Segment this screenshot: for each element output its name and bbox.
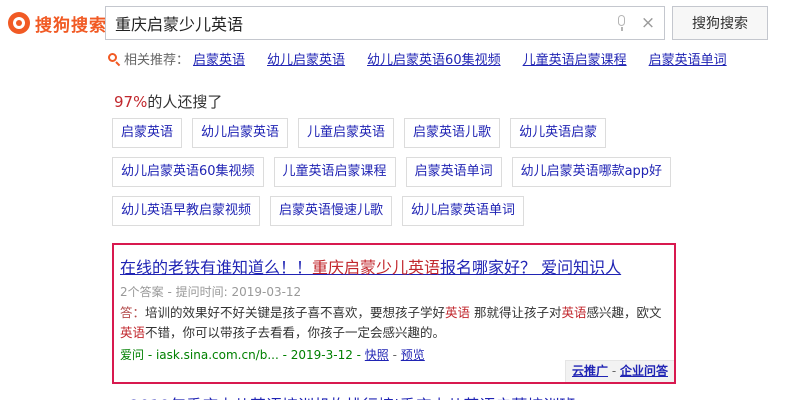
suggestion-tag[interactable]: 启蒙英语儿歌 (404, 118, 501, 148)
tag-row: 幼儿英语早教启蒙视频 启蒙英语慢速儿歌 幼儿启蒙英语单词 (112, 196, 534, 226)
related-searches: 相关推荐： 启蒙英语 幼儿启蒙英语 幼儿启蒙英语60集视频 儿童英语启蒙课程 启… (108, 49, 749, 68)
search-input[interactable] (106, 7, 612, 39)
snippet-text: 不错，你可以带孩子去看看，你孩子一定会感兴趣的。 (145, 325, 446, 340)
snippet-prefix: 答： (120, 305, 146, 320)
suggestion-tag[interactable]: 儿童启蒙英语 (298, 118, 395, 148)
snippet-highlight: 英语 (120, 325, 146, 340)
also-searched-text: 的人还搜了 (147, 93, 223, 111)
enterprise-qa-link[interactable]: 企业问答 (620, 364, 668, 378)
card-footer: 云推广 - 企业问答 (565, 360, 674, 382)
snippet-text: 那就得让孩子对 (470, 305, 562, 320)
sogou-logo[interactable]: 搜狗搜索 (8, 9, 107, 37)
related-link[interactable]: 儿童英语启蒙课程 (523, 49, 627, 68)
snippet-text: 培训的效果好不好关键是孩子喜不喜欢，要想孩子学好 (145, 305, 446, 320)
suggestion-tag[interactable]: 幼儿启蒙英语单词 (402, 196, 525, 226)
suggestion-tag[interactable]: 幼儿启蒙英语 (192, 118, 289, 148)
related-link[interactable]: 启蒙英语 (193, 49, 245, 68)
related-label: 相关推荐： (124, 53, 190, 68)
result-title-highlight: 重庆启蒙少儿英语 (312, 258, 441, 277)
suggestion-tag[interactable]: 幼儿启蒙英语60集视频 (112, 157, 264, 187)
result-title-part: 在线的老铁有谁知道么！！ (120, 258, 313, 277)
logo-text: 搜狗搜索 (35, 15, 107, 36)
separator: - (388, 348, 401, 362)
suggestion-tag[interactable]: 幼儿启蒙英语哪款app好 (511, 157, 672, 187)
microphone-icon[interactable] (612, 13, 632, 33)
search-box: × (105, 6, 665, 40)
related-link[interactable]: 幼儿启蒙英语 (267, 49, 345, 68)
search-icon (108, 52, 121, 66)
result-snippet: 答：培训的效果好不好关键是孩子喜不喜欢，要想孩子学好英语 那就得让孩子对英语感兴… (120, 303, 665, 343)
related-link[interactable]: 启蒙英语单词 (649, 49, 727, 68)
also-searched-heading: 97%的人还搜了 (114, 91, 222, 112)
sogou-logo-icon (8, 12, 30, 34)
also-searched-percent: 97% (114, 93, 148, 111)
result-source: 爱问 - iask.sina.com.cn/b... - 2019-3-12 -… (120, 346, 425, 363)
tag-row: 幼儿启蒙英语60集视频 儿童英语启蒙课程 启蒙英语单词 幼儿启蒙英语哪款app好 (112, 157, 681, 187)
snippet-text: 感兴趣，欧文 (586, 305, 662, 320)
cache-link[interactable]: 快照 (365, 348, 389, 362)
result-card: 在线的老铁有谁知道么！！重庆启蒙少儿英语报名哪家好？ 爱问知识人 2个答案 - … (112, 243, 676, 384)
promotion-link[interactable]: 云推广 (572, 364, 608, 378)
suggestion-tag[interactable]: 启蒙英语 (112, 118, 183, 148)
snippet-highlight: 英语 (445, 305, 471, 320)
preview-link[interactable]: 预览 (401, 348, 425, 362)
separator: - (608, 364, 620, 378)
next-result-title[interactable]: 2019年重庆少儿英语培训机构排行榜|重庆少儿英语启蒙培训班 (114, 392, 575, 400)
clear-icon[interactable]: × (638, 13, 658, 33)
suggestion-tag[interactable]: 幼儿英语启蒙 (510, 118, 607, 148)
result-title-part: 报名哪家好？ 爱问知识人 (440, 258, 622, 277)
suggestion-tag[interactable]: 启蒙英语慢速儿歌 (270, 196, 393, 226)
suggestion-tag[interactable]: 启蒙英语单词 (405, 157, 502, 187)
suggestion-tag[interactable]: 儿童英语启蒙课程 (273, 157, 396, 187)
suggestion-tag[interactable]: 幼儿英语早教启蒙视频 (112, 196, 261, 226)
result-title-link[interactable]: 在线的老铁有谁知道么！！重庆启蒙少儿英语报名哪家好？ 爱问知识人 (120, 254, 621, 278)
related-link[interactable]: 幼儿启蒙英语60集视频 (367, 49, 501, 68)
result-meta: 2个答案 - 提问时间: 2019-03-12 (120, 285, 302, 299)
source-url: 爱问 - iask.sina.com.cn/b... - 2019-3-12 - (120, 348, 365, 362)
snippet-highlight: 英语 (561, 305, 587, 320)
tag-row: 启蒙英语 幼儿启蒙英语 儿童启蒙英语 启蒙英语儿歌 幼儿英语启蒙 (112, 118, 616, 148)
search-button[interactable]: 搜狗搜索 (672, 6, 768, 40)
